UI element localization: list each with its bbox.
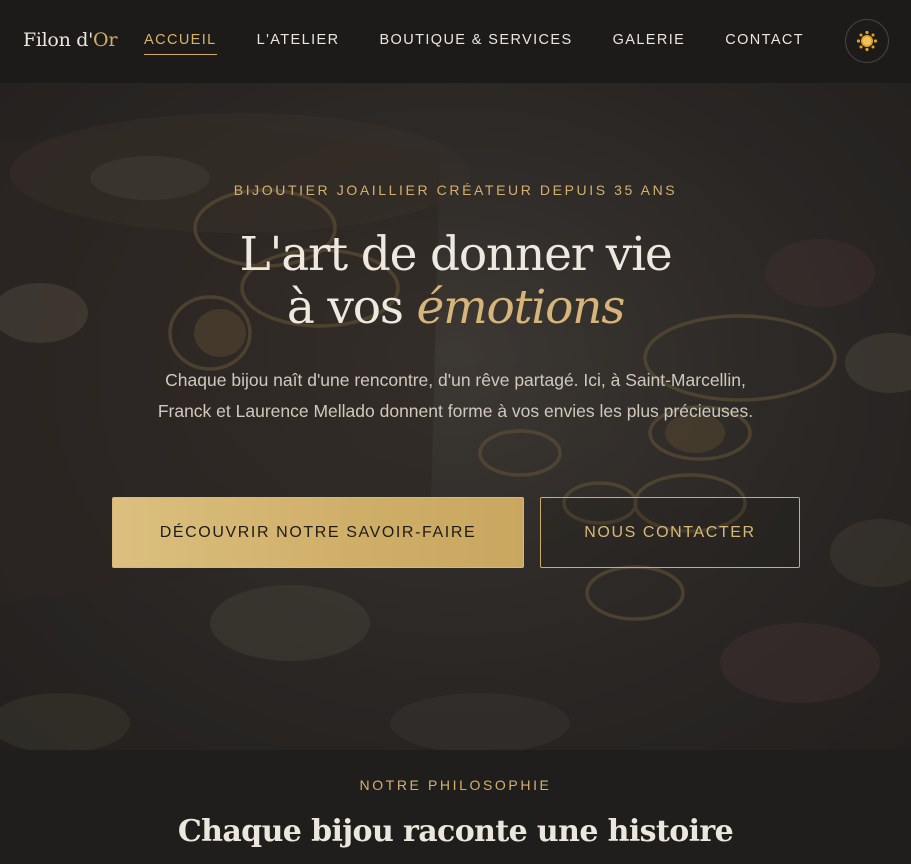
hero-title: L'art de donner vie à vos émotions: [0, 228, 911, 334]
hero-title-line2-prefix: à vos: [286, 280, 417, 335]
nav-link-contact[interactable]: CONTACT: [725, 32, 804, 55]
hero-title-line1: L'art de donner vie: [239, 227, 672, 282]
hero-title-emphasis: émotions: [416, 280, 625, 335]
hero-description: Chaque bijou naît d'une rencontre, d'un …: [157, 370, 754, 421]
nav-link-atelier[interactable]: L'ATELIER: [257, 32, 340, 55]
nav-link-galerie[interactable]: GALERIE: [613, 32, 686, 55]
brand-name-part1: Filon d': [23, 29, 94, 51]
main-menu: ACCUEIL L'ATELIER BOUTIQUE & SERVICES GA…: [144, 32, 844, 55]
brand-name-part2: Or: [93, 29, 118, 51]
philosophy-title: Chaque bijou raconte une histoire: [177, 814, 734, 849]
philosophy-eyebrow: NOTRE PHILOSOPHIE: [359, 777, 552, 793]
top-navigation: Filon d'Or ACCUEIL L'ATELIER BOUTIQUE & …: [0, 0, 911, 83]
contact-us-button[interactable]: NOUS CONTACTER: [540, 497, 800, 568]
theme-toggle-button[interactable]: [845, 19, 889, 63]
philosophy-section: NOTRE PHILOSOPHIE Chaque bijou raconte u…: [0, 750, 911, 864]
brand-logo[interactable]: Filon d'Or: [23, 29, 117, 51]
hero-eyebrow: BIJOUTIER JOAILLIER CRÉATEUR DEPUIS 35 A…: [233, 182, 678, 198]
discover-savoir-faire-button[interactable]: DÉCOUVRIR NOTRE SAVOIR-FAIRE: [112, 497, 524, 568]
sun-icon: [856, 30, 878, 52]
hero-section: BIJOUTIER JOAILLIER CRÉATEUR DEPUIS 35 A…: [0, 83, 911, 750]
nav-link-boutique-services[interactable]: BOUTIQUE & SERVICES: [379, 32, 572, 55]
nav-link-accueil[interactable]: ACCUEIL: [144, 32, 217, 55]
